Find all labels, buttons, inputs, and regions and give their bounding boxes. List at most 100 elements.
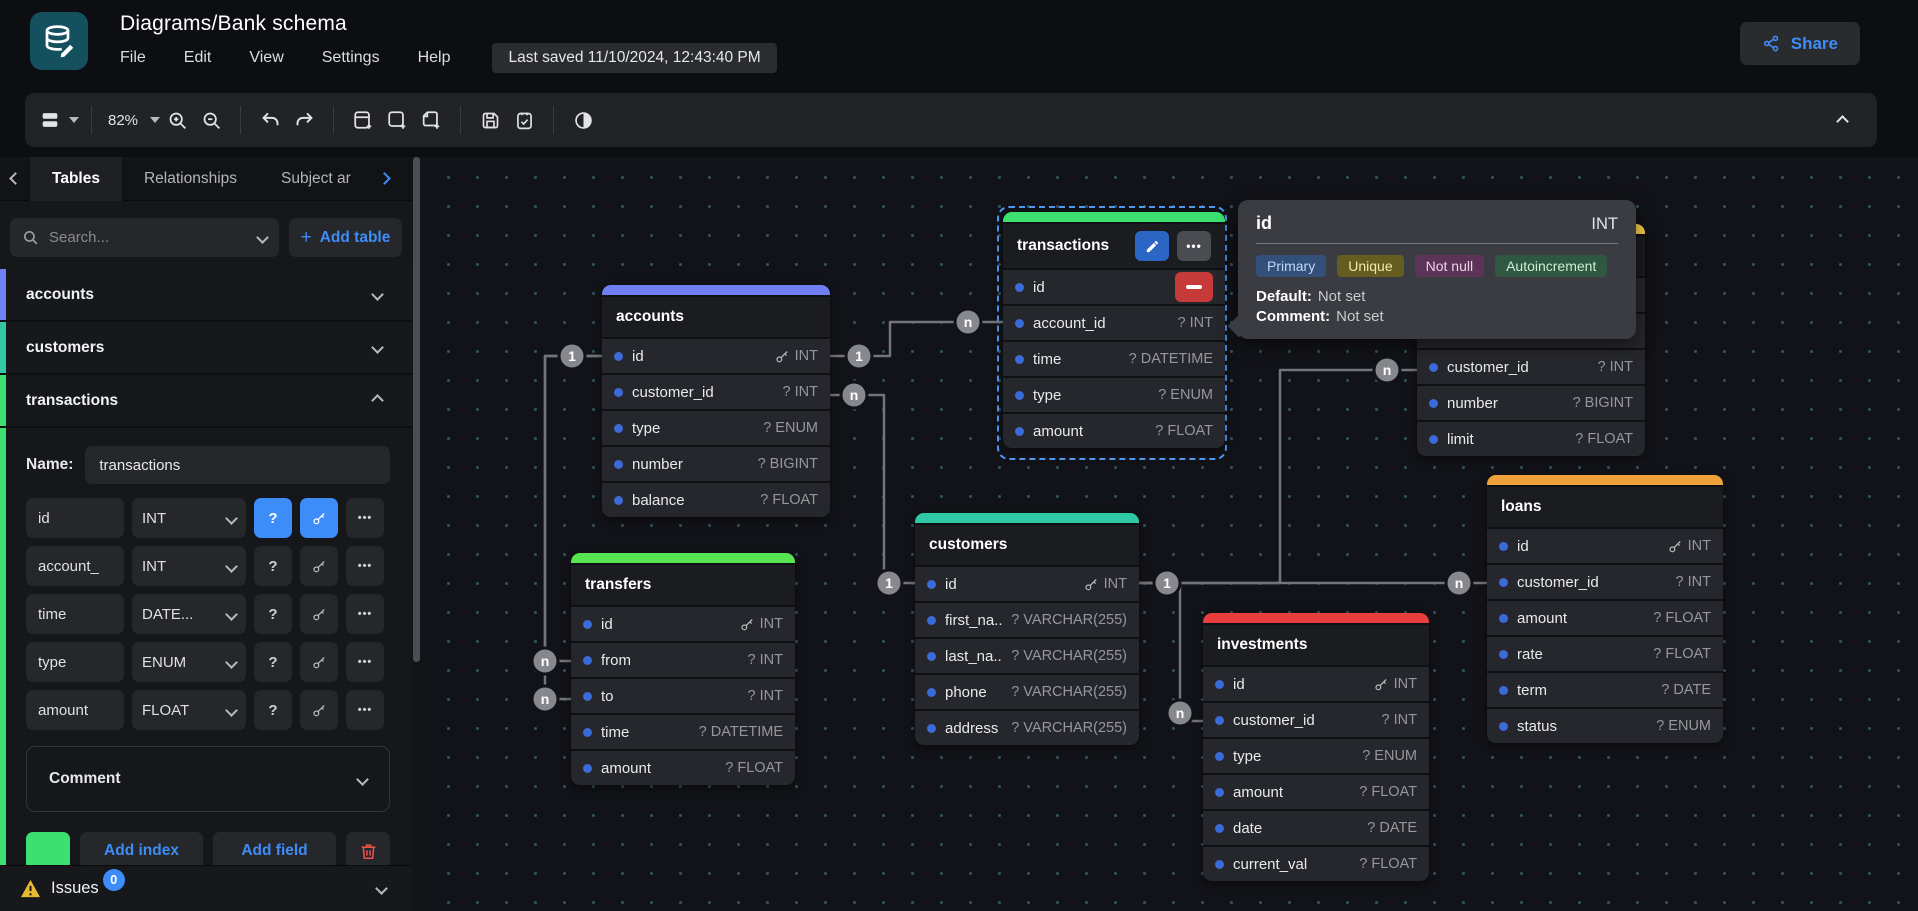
table-field-row[interactable]: current_val? FLOAT [1203, 845, 1429, 881]
menu-edit[interactable]: Edit [184, 49, 212, 67]
table-field-row[interactable]: type? ENUM [1003, 376, 1225, 412]
redo-button[interactable] [287, 102, 321, 138]
add-table-button[interactable] [346, 102, 380, 138]
sidebar-scrollbar[interactable] [412, 157, 422, 911]
table-field-row[interactable]: type? ENUM [602, 409, 830, 445]
table-field-row[interactable]: id [1003, 268, 1225, 304]
table-name-input[interactable] [85, 446, 390, 484]
menu-file[interactable]: File [120, 49, 146, 67]
table-field-row[interactable]: idINT [1203, 665, 1429, 701]
comment-section[interactable]: Comment [26, 746, 390, 812]
field-more-button[interactable]: ••• [346, 690, 384, 730]
edit-table-button[interactable] [1135, 231, 1169, 261]
diagram-table-transfers[interactable]: transfersidINTfrom? INTto? INTtime? DATE… [571, 553, 795, 785]
delete-field-button[interactable] [1175, 272, 1213, 302]
field-name-input[interactable]: type [26, 642, 124, 682]
tabs-scroll-right-button[interactable] [369, 174, 399, 183]
field-type-select[interactable]: FLOAT [132, 690, 246, 730]
field-nullable-button[interactable]: ? [254, 690, 292, 730]
tab-subject-ar[interactable]: Subject ar [259, 157, 369, 201]
field-more-button[interactable]: ••• [346, 642, 384, 682]
field-primary-key-button[interactable] [300, 690, 338, 730]
table-field-row[interactable]: number? BIGINT [1417, 384, 1645, 420]
table-field-row[interactable]: last_na...? VARCHAR(255) [915, 637, 1139, 673]
table-field-row[interactable]: number? BIGINT [602, 445, 830, 481]
table-field-row[interactable]: idINT [915, 565, 1139, 601]
table-search[interactable] [10, 218, 279, 257]
diagram-table-loans[interactable]: loansidINTcustomer_id? INTamount? FLOATr… [1487, 475, 1723, 743]
tab-tables[interactable]: Tables [30, 157, 122, 201]
add-area-button[interactable] [380, 102, 414, 138]
table-title-row[interactable]: investments [1203, 623, 1429, 665]
chevron-down-icon[interactable] [375, 882, 388, 895]
field-more-button[interactable]: ••• [346, 498, 384, 538]
table-title-row[interactable]: customers [915, 523, 1139, 565]
field-name-input[interactable]: time [26, 594, 124, 634]
zoom-level-dropdown[interactable]: 82% [104, 102, 160, 138]
field-more-button[interactable]: ••• [346, 594, 384, 634]
table-more-button[interactable]: ••• [1177, 231, 1211, 261]
diagram-canvas[interactable]: 1nn1n1n1nnn accountsidINTcustomer_id? IN… [422, 157, 1918, 911]
table-title-row[interactable]: transactions••• [1003, 222, 1225, 268]
add-note-button[interactable] [414, 102, 448, 138]
diagram-table-transactions[interactable]: transactions•••idaccount_id? INTtime? DA… [1003, 212, 1225, 448]
table-field-row[interactable]: account_id? INT [1003, 304, 1225, 340]
theme-toggle-button[interactable] [566, 102, 600, 138]
field-primary-key-button[interactable] [300, 498, 338, 538]
field-name-input[interactable]: id [26, 498, 124, 538]
table-field-row[interactable]: address? VARCHAR(255) [915, 709, 1139, 745]
menu-settings[interactable]: Settings [322, 49, 380, 67]
table-field-row[interactable]: time? DATETIME [1003, 340, 1225, 376]
field-type-select[interactable]: DATE... [132, 594, 246, 634]
table-color-picker[interactable] [26, 832, 70, 865]
scrollbar-thumb[interactable] [413, 157, 420, 662]
issues-bar[interactable]: Issues 0 [0, 865, 412, 911]
share-button[interactable]: Share [1740, 22, 1860, 65]
diagram-table-investments[interactable]: investmentsidINTcustomer_id? INTtype? EN… [1203, 613, 1429, 881]
field-nullable-button[interactable]: ? [254, 498, 292, 538]
table-field-row[interactable]: amount? FLOAT [1003, 412, 1225, 448]
table-field-row[interactable]: customer_id? INT [602, 373, 830, 409]
sidebar-table-customers[interactable]: customers [0, 322, 412, 375]
sidebar-table-transactions[interactable]: transactions [0, 375, 412, 428]
sidebar-table-accounts[interactable]: accounts [0, 269, 412, 322]
table-field-row[interactable]: customer_id? INT [1203, 701, 1429, 737]
table-field-row[interactable]: idINT [602, 337, 830, 373]
table-field-row[interactable]: rate? FLOAT [1487, 635, 1723, 671]
field-primary-key-button[interactable] [300, 594, 338, 634]
table-field-row[interactable]: first_na...? VARCHAR(255) [915, 601, 1139, 637]
todo-button[interactable] [507, 102, 541, 138]
table-field-row[interactable]: from? INT [571, 641, 795, 677]
field-more-button[interactable]: ••• [346, 546, 384, 586]
table-title-row[interactable]: loans [1487, 485, 1723, 527]
table-field-row[interactable]: idINT [1487, 527, 1723, 563]
add-field-button[interactable]: Add field [213, 832, 336, 865]
field-type-select[interactable]: ENUM [132, 642, 246, 682]
table-field-row[interactable]: limit? FLOAT [1417, 420, 1645, 456]
chevron-down-icon[interactable] [256, 231, 269, 244]
tabs-scroll-left-button[interactable] [0, 174, 30, 183]
table-field-row[interactable]: customer_id? INT [1487, 563, 1723, 599]
diagram-table-accounts[interactable]: accountsidINTcustomer_id? INTtype? ENUMn… [602, 285, 830, 517]
delete-table-button[interactable] [346, 832, 390, 865]
table-field-row[interactable]: amount? FLOAT [1487, 599, 1723, 635]
table-field-row[interactable]: time? DATETIME [571, 713, 795, 749]
field-nullable-button[interactable]: ? [254, 546, 292, 586]
table-title-row[interactable]: accounts [602, 295, 830, 337]
table-field-row[interactable]: term? DATE [1487, 671, 1723, 707]
field-type-select[interactable]: INT [132, 498, 246, 538]
field-primary-key-button[interactable] [300, 642, 338, 682]
diagram-table-customers[interactable]: customersidINTfirst_na...? VARCHAR(255)l… [915, 513, 1139, 745]
zoom-in-button[interactable] [160, 102, 194, 138]
table-field-row[interactable]: amount? FLOAT [1203, 773, 1429, 809]
zoom-out-button[interactable] [194, 102, 228, 138]
field-name-input[interactable]: account_ [26, 546, 124, 586]
field-type-select[interactable]: INT [132, 546, 246, 586]
table-field-row[interactable]: status? ENUM [1487, 707, 1723, 743]
field-name-input[interactable]: amount [26, 690, 124, 730]
undo-button[interactable] [253, 102, 287, 138]
add-table-sidebar-button[interactable]: + Add table [289, 218, 402, 257]
collapse-toolbar-button[interactable] [1825, 103, 1859, 139]
table-field-row[interactable]: idINT [571, 605, 795, 641]
add-index-button[interactable]: Add index [80, 832, 203, 865]
